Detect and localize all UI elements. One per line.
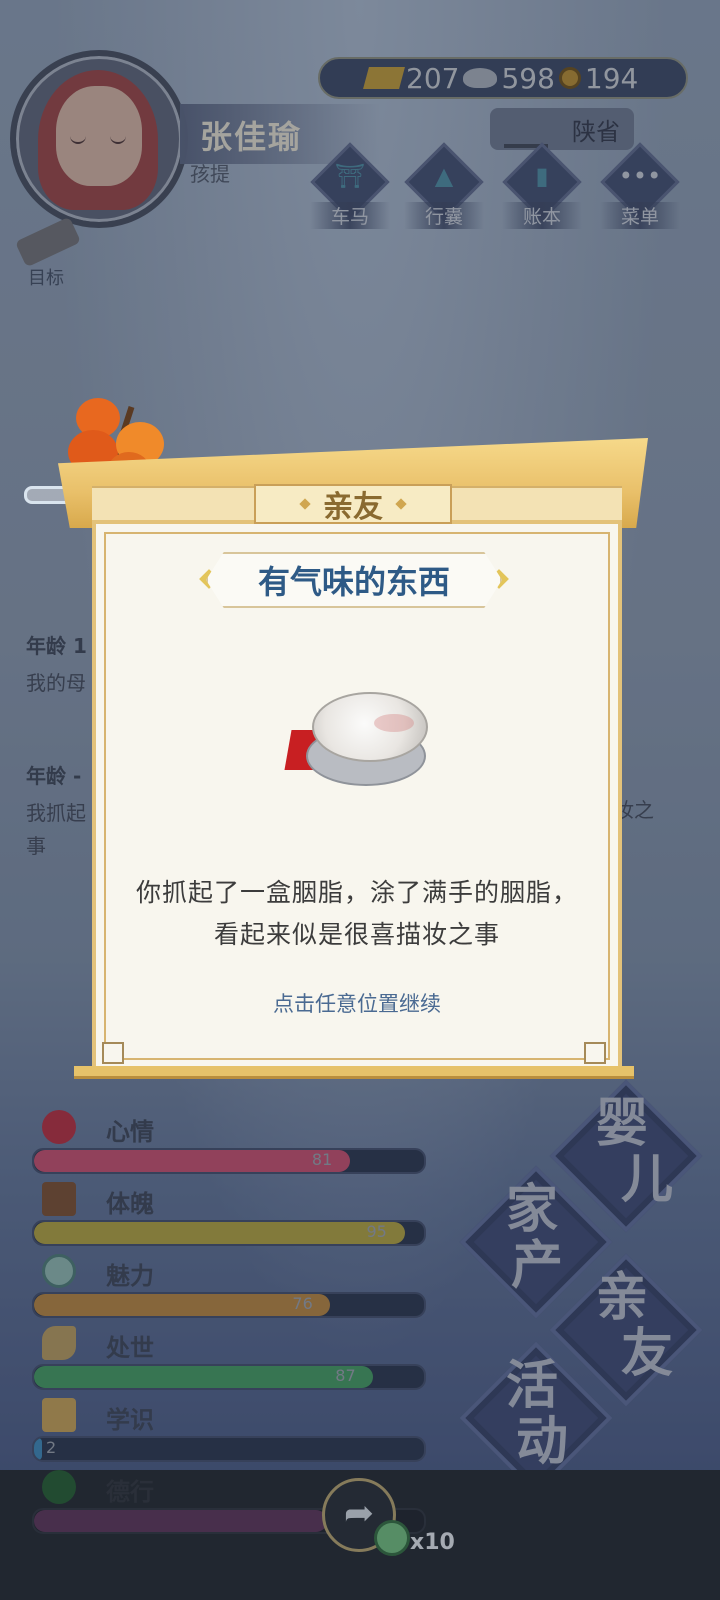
modal-base <box>74 1066 634 1079</box>
tab-dot-right <box>395 498 407 510</box>
modal-title: 有气味的东西 <box>206 552 502 608</box>
modal-category: 亲友 <box>323 490 383 525</box>
modal-description: 你抓起了一盒胭脂，涂了满手的胭脂，看起来似是很喜描妆之事 <box>135 878 578 949</box>
continue-hint[interactable]: 点击任意位置继续 <box>126 988 588 1018</box>
tab-dot-left <box>299 498 311 510</box>
modal-corner <box>102 1042 124 1064</box>
modal-category-tab: 亲友 <box>254 484 452 525</box>
rouge-box-icon <box>282 688 432 792</box>
modal-corner <box>584 1042 606 1064</box>
